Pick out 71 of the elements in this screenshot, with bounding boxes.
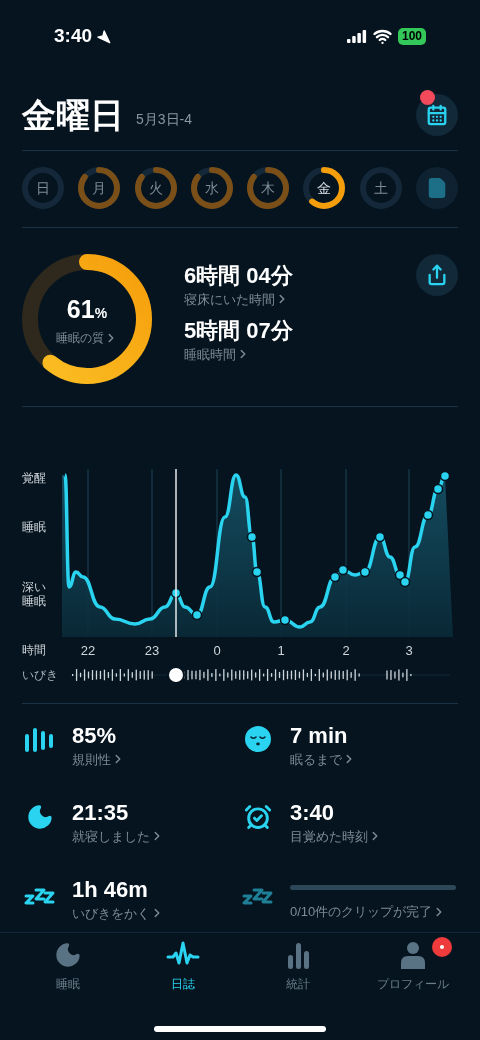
stat-value: 7 min [290, 722, 349, 750]
stat-label: いびきをかく [72, 904, 150, 923]
snore-label: いびき [22, 667, 59, 684]
data-point [394, 569, 406, 581]
moon-icon [26, 803, 54, 831]
bars-icon [25, 726, 55, 752]
stat-value: 85% [72, 722, 118, 750]
quality-score: 61 [66, 294, 95, 326]
metric-value: 5時間 07分 [184, 317, 293, 345]
day-button[interactable]: 日 [22, 167, 64, 209]
day-title: 金曜日 [22, 98, 124, 132]
data-point [191, 609, 203, 621]
data-point [279, 614, 291, 626]
stat-label: 目覚めた時刻 [290, 827, 368, 846]
day-button[interactable]: 金 [303, 167, 346, 209]
axis-label: 覚醒 [22, 470, 47, 487]
data-point [246, 531, 258, 543]
metric-value: 6時間 04分 [184, 262, 293, 290]
day-button[interactable]: 木 [247, 167, 290, 209]
day-button[interactable]: 月 [78, 167, 121, 209]
data-point [337, 564, 349, 576]
axis-label: 睡眠 [22, 519, 47, 536]
stat-value: 3:40 [290, 799, 336, 827]
signal-icon [346, 29, 367, 43]
day-button[interactable]: 水 [190, 167, 233, 209]
time-tick: 23 [144, 642, 160, 660]
data-point [374, 531, 386, 543]
alarm-clock-icon [244, 803, 272, 831]
calendar-icon [426, 104, 448, 126]
stat-value: 1h 46m [72, 876, 149, 904]
moon-icon [53, 941, 82, 969]
data-point [251, 566, 263, 578]
quality-label: 睡眠の質 [56, 329, 104, 347]
day-button[interactable]: 火 [134, 167, 177, 209]
day-button[interactable]: 土 [359, 167, 402, 209]
tab[interactable]: 睡眠 [10, 941, 125, 1026]
battery-icon: 100 [397, 27, 426, 45]
time-tick: 3 [405, 642, 413, 660]
time-tick: 0 [213, 642, 221, 660]
person-icon [399, 941, 426, 969]
stat-label: 規則性 [72, 750, 111, 769]
data-point [170, 587, 182, 599]
tab[interactable]: 統計 [240, 941, 355, 1026]
data-point [439, 470, 451, 482]
time-tick: 2 [342, 642, 350, 660]
stat-value: 21:35 [72, 799, 130, 827]
data-point [422, 509, 434, 521]
stat-label: 就寝しました [72, 827, 150, 846]
time-tick: 1 [277, 642, 285, 660]
percent-sign: % [94, 305, 108, 324]
status-time: 3:40 [54, 23, 93, 48]
date-range: 5月3日-4 [136, 110, 193, 129]
location-icon [96, 28, 112, 44]
data-point [399, 576, 411, 588]
sleepy-face-icon [245, 726, 271, 752]
report-button[interactable] [415, 167, 458, 209]
data-point [329, 571, 341, 583]
tab[interactable]: プロフィール [355, 941, 470, 1026]
time-tick: 22 [80, 642, 96, 660]
tab[interactable]: 日誌 [125, 941, 240, 1026]
metric-label: 寝床にいた時間 [184, 290, 275, 309]
playhead-handle[interactable] [167, 666, 185, 684]
share-icon [426, 264, 448, 286]
stat-label: 0/10件のクリップが完了 [290, 903, 433, 921]
axis-label: 深い睡眠 [22, 580, 46, 609]
data-point [432, 483, 444, 495]
metric-label: 睡眠時間 [184, 345, 236, 364]
share-button[interactable] [416, 254, 458, 296]
data-point [359, 566, 371, 578]
axis-label: 時間 [22, 642, 47, 659]
stat-label: 眠るまで [290, 750, 342, 769]
